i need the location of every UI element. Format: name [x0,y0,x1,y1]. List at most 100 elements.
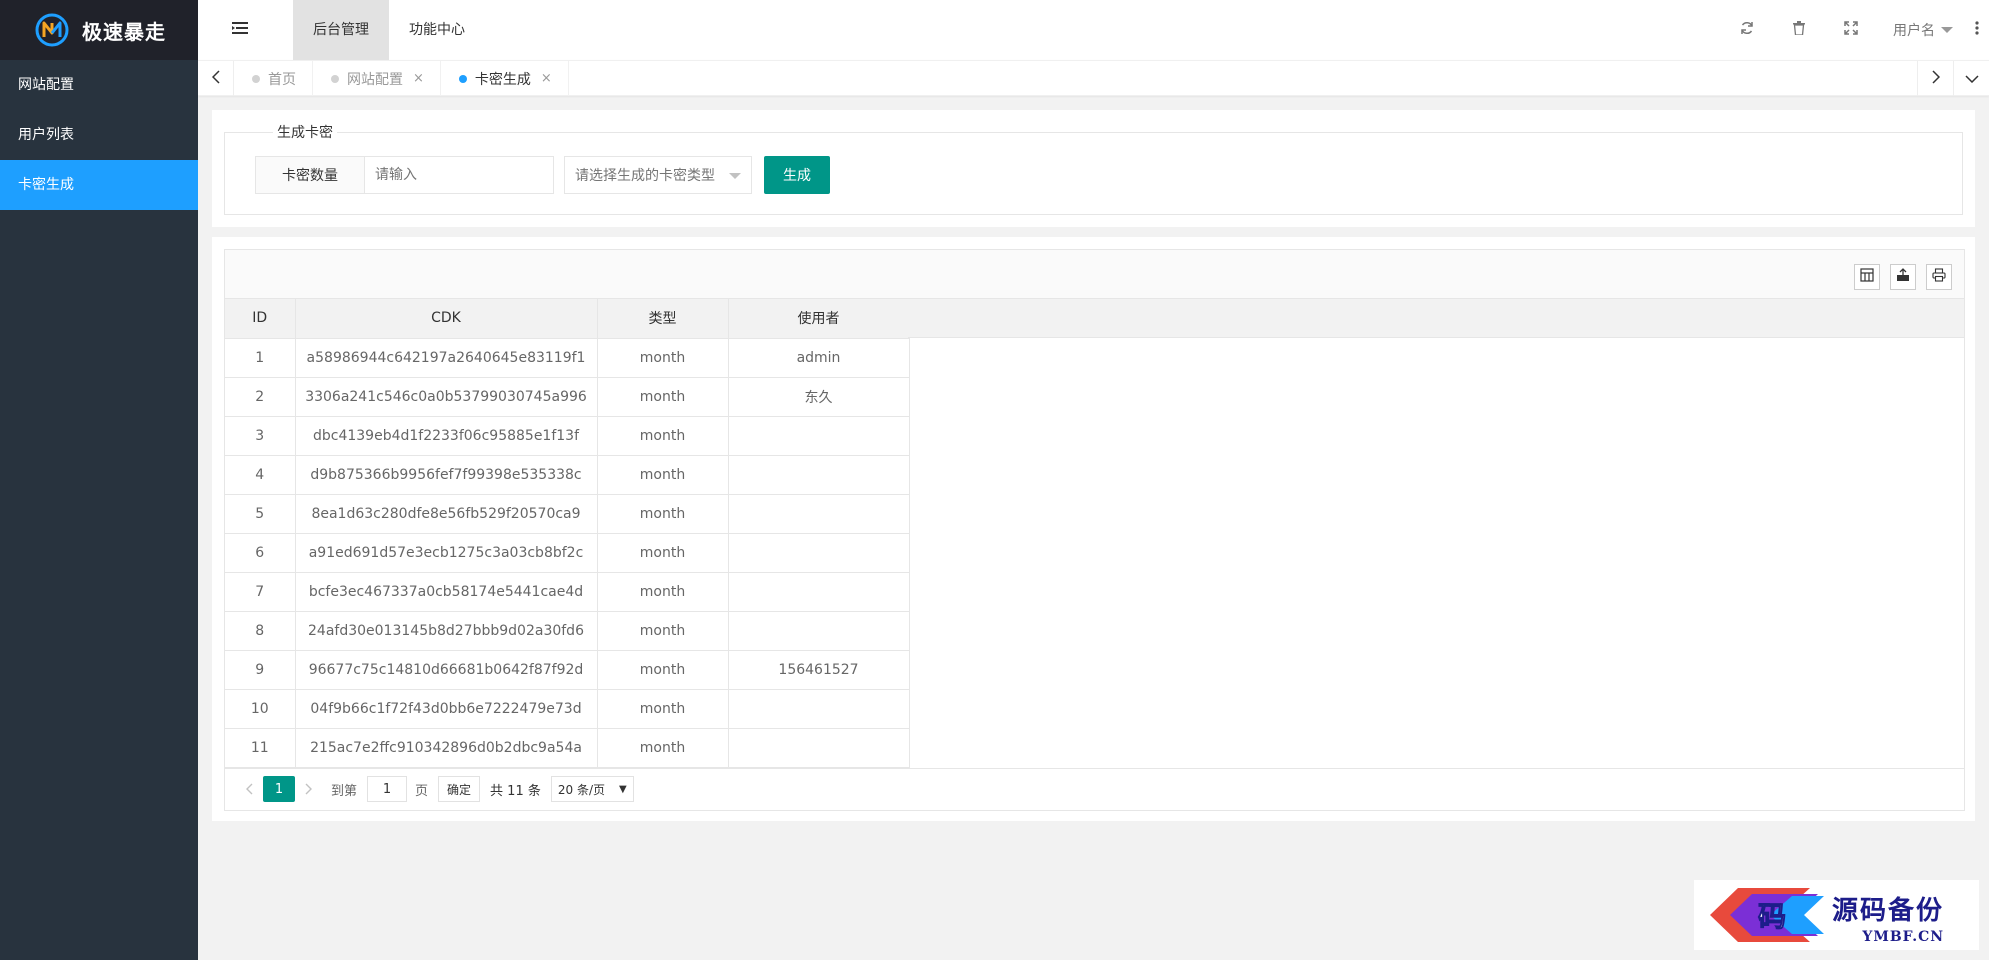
header-nav: 后台管理 功能中心 [293,0,485,60]
cell-type: month [597,416,729,456]
refresh-button[interactable] [1721,0,1773,60]
watermark-cn: 源码备份 [1832,896,1945,926]
cell-user [728,728,910,768]
tab-dot [331,74,339,83]
cell-type: month [597,377,729,417]
generate-card: 生成卡密 卡密数量 请选择生成的卡密类型 生成 [212,110,1975,227]
table-row[interactable]: 8 24afd30e013145b8d27bbb9d02a30fd6 month [225,611,910,651]
sidebar-item-user-list[interactable]: 用户列表 [0,110,198,160]
generate-legend: 生成卡密 [277,125,333,141]
close-icon[interactable]: × [413,71,424,86]
fullscreen-button[interactable] [1825,0,1877,60]
cell-id: 4 [225,455,296,495]
cdk-table: ID CDK 类型 使用者 1 a58986944c642197a2640645e… [225,299,910,768]
cell-cdk: 215ac7e2ffc910342896d0b2dbc9a54a [295,728,598,768]
page-current[interactable]: 1 [263,776,295,802]
table-toolbar [225,250,1964,299]
page-skip-input[interactable] [367,776,408,802]
cell-user [728,572,910,612]
table-row[interactable]: 7 bcfe3ec467337a0cb58174e5441cae4d month [225,572,910,612]
table-header-filler [908,299,1964,338]
close-icon[interactable]: × [541,71,552,86]
tabs-prev-button[interactable] [198,61,234,96]
cell-id: 11 [225,728,296,768]
menu-toggle-button[interactable] [228,18,252,42]
chevron-right-icon [1931,69,1940,88]
col-cdk[interactable]: CDK [295,299,598,339]
table-row[interactable]: 3 dbc4139eb4d1f2233f06c95885e1f13f month [225,416,910,456]
more-button[interactable] [1965,0,1989,60]
page-skip-prefix: 到第 [331,783,358,799]
col-user[interactable]: 使用者 [728,299,910,339]
tabs-menu-button[interactable] [1953,61,1989,96]
page-next-button[interactable] [295,776,323,802]
table-row[interactable]: 2 3306a241c546c0a0b53799030745a996 month 东久 [225,377,910,417]
logo-text: 极速暴走 [82,19,166,44]
print-button[interactable] [1926,264,1952,290]
tab-dot [252,74,260,83]
header-nav-features[interactable]: 功能中心 [389,0,485,60]
generate-fieldset: 生成卡密 卡密数量 请选择生成的卡密类型 生成 [224,122,1963,215]
tabs-next-button[interactable] [1917,61,1953,96]
cell-cdk: 24afd30e013145b8d27bbb9d02a30fd6 [295,611,598,651]
cell-id: 10 [225,689,296,729]
user-menu[interactable]: 用户名 [1877,0,1965,60]
col-type[interactable]: 类型 [597,299,729,339]
table-row[interactable]: 1 a58986944c642197a2640645e83119f1 month ad… [225,338,910,378]
table-row[interactable]: 6 a91ed691d57e3ecb1275c3a03cb8bf2c month [225,533,910,573]
cell-id: 9 [225,650,296,690]
cell-id: 8 [225,611,296,651]
caret-down-icon: ▼ [619,783,627,795]
table-row[interactable]: 10 04f9b66c1f72f43d0bb6e7222479e73d month [225,689,910,729]
tab-label: 首页 [268,71,296,88]
logo-icon [34,12,70,48]
chevron-left-icon [211,69,220,88]
sidebar-item-card-generate[interactable]: 卡密生成 [0,160,198,210]
cell-type: month [597,611,729,651]
export-icon [1896,268,1910,286]
table-row[interactable]: 5 8ea1d63c280dfe8e56fb529f20570ca9 month [225,494,910,534]
table-row[interactable]: 9 96677c75c14810d66681b0642f87f92d month 15… [225,650,910,690]
count-label: 卡密数量 [255,156,365,194]
card-type-select[interactable]: 请选择生成的卡密类型 [564,156,752,194]
cell-user [728,689,910,729]
page-limit-value: 20 条/页 [557,782,605,797]
export-button[interactable] [1890,264,1916,290]
sidebar-item-site-config[interactable]: 网站配置 [0,60,198,110]
page-skip-ok-button[interactable]: 确定 [438,776,481,802]
cell-user [728,455,910,495]
cell-id: 1 [225,338,296,378]
count-input[interactable] [365,156,554,194]
logo[interactable]: 极速暴走 [0,0,198,60]
top-header: 后台管理 功能中心 用户名 [198,0,1989,60]
sidebar-menu: 网站配置 用户列表 卡密生成 [0,60,198,210]
tab-home[interactable]: 首页 [234,61,313,96]
filter-columns-button[interactable] [1854,264,1880,290]
chevron-left-icon [246,783,253,795]
cell-type: month [597,533,729,573]
page-limit-select[interactable]: 20 条/页 ▼ [550,776,634,802]
cell-type: month [597,689,729,729]
col-id[interactable]: ID [225,299,296,339]
table-row[interactable]: 4 d9b875366b9956fef7f99398e535338c month [225,455,910,495]
tab-site-config[interactable]: 网站配置 × [313,61,441,96]
cell-user [728,611,910,651]
trash-icon [1793,21,1805,39]
header-nav-admin[interactable]: 后台管理 [293,0,389,60]
generate-button[interactable]: 生成 [764,156,830,194]
clear-cache-button[interactable] [1773,0,1825,60]
cell-id: 5 [225,494,296,534]
chevron-right-icon [305,783,312,795]
tab-label: 网站配置 [347,71,403,88]
tab-label: 卡密生成 [474,71,531,88]
table-row[interactable]: 11 215ac7e2ffc910342896d0b2dbc9a54a month [225,728,910,768]
watermark: 码 源码备份 YMBF.CN [1694,880,1979,950]
cell-type: month [597,338,729,378]
pagination: 1 到第 页 确定 共 11 条 20 条/页 ▼ [225,767,1964,810]
caret-down-icon [1941,27,1953,33]
watermark-logo-icon: 码 [1710,888,1824,942]
chevron-down-icon [1964,71,1979,87]
tab-card-generate[interactable]: 卡密生成 × [441,61,569,96]
page-prev-button[interactable] [235,776,263,802]
cell-type: month [597,494,729,534]
